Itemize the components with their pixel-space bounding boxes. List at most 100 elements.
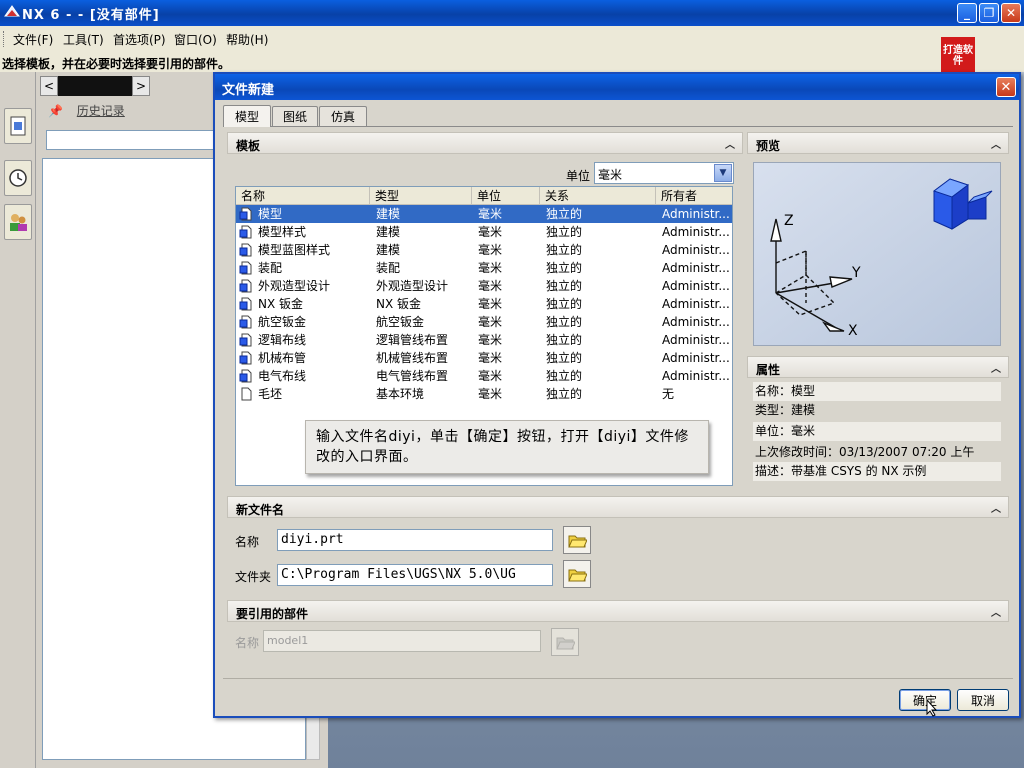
restore-button[interactable]: ❐ bbox=[979, 3, 999, 23]
property-name: 名称：模型 bbox=[753, 382, 1001, 401]
chevron-up-icon[interactable]: ︿ bbox=[988, 499, 1004, 515]
status-bar: 选择模板，并在必要时选择要引用的部件。 bbox=[0, 52, 1024, 72]
assembly-icon bbox=[239, 261, 252, 275]
cell-units: 毫米 bbox=[478, 333, 503, 347]
axis-y-label: Y bbox=[851, 265, 861, 281]
browse-folder-button[interactable] bbox=[563, 560, 591, 588]
cell-owner: Administr... bbox=[662, 261, 730, 275]
brand-logo: 打造软件 bbox=[941, 37, 975, 75]
tab-simulation[interactable]: 仿真 bbox=[319, 106, 367, 126]
tab-drawing[interactable]: 图纸 bbox=[272, 106, 318, 126]
pin-icon[interactable]: 📌 bbox=[48, 104, 63, 118]
cell-relation: 独立的 bbox=[546, 351, 583, 365]
table-row[interactable]: 外观造型设计 外观造型设计 毫米 独立的 Administr... bbox=[236, 277, 732, 295]
table-row[interactable]: 航空钣金 航空钣金 毫米 独立的 Administr... bbox=[236, 313, 732, 331]
chevron-up-icon[interactable]: ︿ bbox=[988, 359, 1004, 375]
navigator-tab-strip[interactable] bbox=[58, 76, 132, 96]
table-row[interactable]: NX 钣金 NX 钣金 毫米 独立的 Administr... bbox=[236, 295, 732, 313]
chevron-down-icon[interactable]: ▼ bbox=[714, 164, 732, 182]
units-select[interactable]: 毫米 ▼ bbox=[594, 162, 734, 184]
menu-window[interactable]: 窗口(O) bbox=[174, 31, 217, 48]
cell-name: 装配 bbox=[258, 261, 283, 275]
cell-type: NX 钣金 bbox=[376, 297, 422, 311]
minimize-button[interactable]: _ bbox=[957, 3, 977, 23]
column-header-relation[interactable]: 关系 bbox=[540, 187, 656, 205]
mouse-cursor-icon bbox=[926, 699, 938, 717]
cell-name: 模型蓝图样式 bbox=[258, 243, 331, 257]
dialog-close-button[interactable]: ✕ bbox=[996, 77, 1016, 97]
dialog-title-bar[interactable]: 文件新建 ✕ bbox=[215, 74, 1019, 100]
history-label: 历史记录 bbox=[76, 104, 125, 118]
preview-image: Z Y X bbox=[754, 163, 1000, 345]
aero-sheet-metal-icon bbox=[239, 315, 252, 329]
nav-prev-button[interactable]: < bbox=[40, 76, 58, 96]
templates-section-header[interactable]: 模板 ︿ bbox=[227, 132, 743, 154]
cell-relation: 独立的 bbox=[546, 207, 583, 221]
table-row[interactable]: 毛坯 基本环境 毫米 独立的 无 bbox=[236, 385, 732, 403]
preview-section-header[interactable]: 预览 ︿ bbox=[747, 132, 1009, 154]
referenced-name-label: 名称 bbox=[235, 636, 260, 650]
nav-next-button[interactable]: > bbox=[132, 76, 150, 96]
menu-bar: 文件(F) 工具(T) 首选项(P) 窗口(O) 帮助(H) bbox=[0, 26, 1024, 52]
menu-grip[interactable] bbox=[3, 31, 6, 47]
table-row[interactable]: 模型 建模 毫米 独立的 Administr... bbox=[236, 205, 732, 223]
close-icon: ✕ bbox=[1005, 6, 1017, 20]
table-row[interactable]: 机械布管 机械管线布置 毫米 独立的 Administr... bbox=[236, 349, 732, 367]
callout-text: 输入文件名diyi，单击【确定】按钮，打开【diyi】文件修改的入口界面。 bbox=[316, 429, 689, 465]
table-row[interactable]: 装配 装配 毫米 独立的 Administr... bbox=[236, 259, 732, 277]
table-row[interactable]: 逻辑布线 逻辑管线布置 毫米 独立的 Administr... bbox=[236, 331, 732, 349]
menu-file[interactable]: 文件(F) bbox=[13, 31, 53, 48]
templates-section-title: 模板 bbox=[236, 139, 261, 153]
model-icon bbox=[239, 243, 252, 257]
chevron-up-icon[interactable]: ︿ bbox=[722, 135, 738, 151]
history-header: 📌 历史记录 bbox=[48, 102, 125, 119]
filename-input[interactable]: diyi.prt bbox=[277, 529, 553, 551]
ok-button[interactable]: 确定 bbox=[899, 689, 951, 711]
cell-relation: 独立的 bbox=[546, 369, 583, 383]
chevron-up-icon[interactable]: ︿ bbox=[988, 135, 1004, 151]
logical-routing-icon bbox=[239, 333, 252, 347]
cell-name: 机械布管 bbox=[258, 351, 307, 365]
roles-tab[interactable] bbox=[4, 204, 32, 240]
properties-section-header[interactable]: 属性 ︿ bbox=[747, 356, 1009, 378]
tab-model[interactable]: 模型 bbox=[223, 105, 271, 127]
cancel-button[interactable]: 取消 bbox=[957, 689, 1009, 711]
table-row[interactable]: 模型样式 建模 毫米 独立的 Administr... bbox=[236, 223, 732, 241]
table-row[interactable]: 电气布线 电气管线布置 毫米 独立的 Administr... bbox=[236, 367, 732, 385]
menu-help[interactable]: 帮助(H) bbox=[226, 31, 268, 48]
nx-app-icon[interactable] bbox=[4, 4, 20, 20]
menu-preferences[interactable]: 首选项(P) bbox=[113, 31, 166, 48]
referenced-part-section-title: 要引用的部件 bbox=[236, 607, 309, 621]
table-row[interactable]: 模型蓝图样式 建模 毫米 独立的 Administr... bbox=[236, 241, 732, 259]
history-tab[interactable] bbox=[4, 160, 32, 196]
cell-relation: 独立的 bbox=[546, 315, 583, 329]
cell-owner: Administr... bbox=[662, 297, 730, 311]
cell-units: 毫米 bbox=[478, 261, 503, 275]
electrical-routing-icon bbox=[239, 369, 252, 383]
folder-input[interactable]: C:\Program Files\UGS\NX 5.0\UG bbox=[277, 564, 553, 586]
referenced-part-section-header[interactable]: 要引用的部件 ︿ bbox=[227, 600, 1009, 622]
cell-owner: Administr... bbox=[662, 225, 730, 239]
cell-units: 毫米 bbox=[478, 369, 503, 383]
browse-filename-button[interactable] bbox=[563, 526, 591, 554]
part-navigator-tab[interactable] bbox=[4, 108, 32, 144]
chevron-up-icon[interactable]: ︿ bbox=[988, 603, 1004, 619]
column-header-owner[interactable]: 所有者 bbox=[656, 187, 732, 205]
new-filename-section-header[interactable]: 新文件名 ︿ bbox=[227, 496, 1009, 518]
axis-x-label: X bbox=[848, 323, 858, 339]
cell-units: 毫米 bbox=[478, 225, 503, 239]
window-close-button[interactable]: ✕ bbox=[1001, 3, 1021, 23]
model-icon bbox=[239, 225, 252, 239]
tab-simulation-label: 仿真 bbox=[330, 110, 355, 124]
column-header-name[interactable]: 名称 bbox=[236, 187, 370, 205]
column-header-units[interactable]: 单位 bbox=[472, 187, 540, 205]
restore-icon: ❐ bbox=[983, 6, 995, 20]
cell-units: 毫米 bbox=[478, 297, 503, 311]
menu-tools[interactable]: 工具(T) bbox=[63, 31, 104, 48]
column-header-type[interactable]: 类型 bbox=[370, 187, 472, 205]
cell-type: 机械管线布置 bbox=[376, 351, 449, 365]
cell-type: 建模 bbox=[376, 207, 401, 221]
folder-icon bbox=[556, 637, 575, 650]
footer-divider bbox=[223, 678, 1013, 679]
cell-name: 航空钣金 bbox=[258, 315, 307, 329]
